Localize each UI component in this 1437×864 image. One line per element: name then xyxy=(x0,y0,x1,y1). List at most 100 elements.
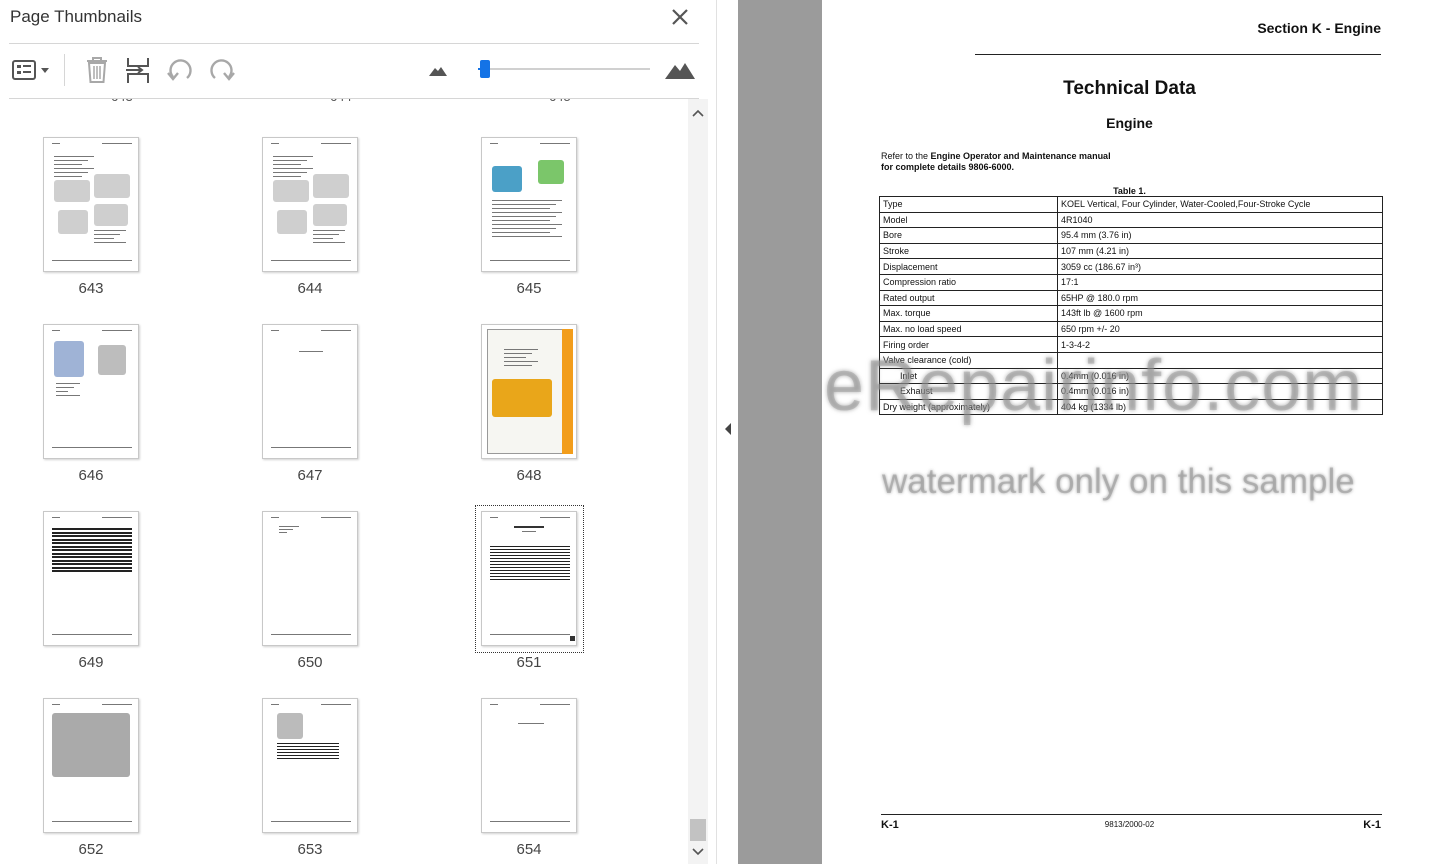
thumbnail-table-line xyxy=(52,559,132,562)
section-header: Section K - Engine xyxy=(1257,20,1381,36)
insert-pages-button[interactable] xyxy=(122,54,154,86)
spec-value: 3059 cc (186.67 in³) xyxy=(1057,258,1383,275)
thumbnail-image[interactable] xyxy=(481,324,577,459)
page-thumbnail[interactable]: 653 xyxy=(219,698,399,864)
thumbnail-text-line xyxy=(504,349,538,350)
thumbnail-text-line xyxy=(54,156,94,157)
reference-details: for complete details 9806-6000. xyxy=(881,162,1015,172)
thumbnail-footer-line xyxy=(271,821,351,822)
thumbnail-options-button[interactable] xyxy=(9,54,53,86)
thumbnail-image[interactable] xyxy=(43,698,139,833)
page-thumbnail[interactable]: 648 xyxy=(438,324,618,504)
thumbnail-image[interactable] xyxy=(481,698,577,833)
insert-page-icon xyxy=(123,55,153,85)
thumbnail-text-line xyxy=(279,529,293,530)
thumbnail-text-line xyxy=(313,230,345,231)
thumbnail-page-number: 647 xyxy=(297,467,323,484)
page-thumbnail[interactable]: 645 xyxy=(438,137,618,317)
thumbnail-image[interactable] xyxy=(262,137,358,272)
pdf-viewer: Page Thumbnails 643 644 645 646 647 648 … xyxy=(0,0,1437,864)
thumbnail-image[interactable] xyxy=(481,511,577,646)
thumbnail-figure xyxy=(94,174,130,198)
thumbnail-image[interactable] xyxy=(481,137,577,272)
page-thumbnail[interactable]: 651 xyxy=(438,505,618,691)
thumbnail-image[interactable] xyxy=(262,698,358,833)
thumbnail-footer-line xyxy=(490,821,570,822)
partial-page-number: 644 xyxy=(330,99,352,104)
thumbnail-text-line xyxy=(56,387,74,388)
thumbnail-logo-mark xyxy=(52,704,60,705)
thumbnail-logo-mark xyxy=(52,330,60,331)
thumbnail-zoom-slider[interactable] xyxy=(478,60,650,78)
footer-rule xyxy=(881,814,1382,815)
thumbnail-excavator-image xyxy=(492,379,552,417)
scroll-up-button[interactable] xyxy=(688,105,708,121)
thumbnail-page-number: 654 xyxy=(516,841,542,858)
spec-label: Valve clearance (cold) xyxy=(879,351,1058,369)
thumbnail-page-number: 648 xyxy=(516,467,542,484)
thumbnail-logo-mark xyxy=(52,143,60,144)
thumbnail-header-line xyxy=(540,517,570,518)
close-icon[interactable] xyxy=(668,5,692,29)
thumbnail-table-line xyxy=(52,528,132,530)
spec-value: 0.4mm (0.016 in) xyxy=(1057,367,1383,385)
thumbnail-figure xyxy=(277,713,303,739)
thumbnail-image[interactable] xyxy=(262,324,358,459)
rotate-clockwise-icon xyxy=(207,55,237,85)
page-thumbnail[interactable]: 644 xyxy=(219,137,399,317)
thumbnail-header-line xyxy=(102,704,132,705)
thumbnail-table-line xyxy=(52,556,132,558)
page-thumbnail[interactable]: 649 xyxy=(0,511,180,691)
zoom-in-thumbnails-button[interactable] xyxy=(662,54,698,86)
delete-pages-button[interactable] xyxy=(81,54,113,86)
zoom-out-thumbnails-button[interactable] xyxy=(422,54,454,86)
rotate-counterclockwise-button[interactable] xyxy=(164,54,196,86)
page-thumbnail[interactable]: 646 xyxy=(0,324,180,504)
spec-label: Type xyxy=(879,196,1058,213)
technical-data-table: Type KOEL Vertical, Four Cylinder, Water-… xyxy=(879,196,1383,416)
rotate-clockwise-button[interactable] xyxy=(206,54,238,86)
thumbnail-header-line xyxy=(321,143,351,144)
panel-title: Page Thumbnails xyxy=(10,7,142,26)
page-thumbnail[interactable]: 652 xyxy=(0,698,180,864)
divider xyxy=(9,43,699,44)
thumbnail-image[interactable] xyxy=(43,324,139,459)
thumbnail-text-line xyxy=(492,236,562,237)
table-row: Stroke 107 mm (4.21 in) xyxy=(879,242,1383,260)
spec-label: Max. no load speed xyxy=(879,320,1058,338)
thumbnail-footer-line xyxy=(490,634,570,635)
page-thumbnail[interactable]: 650 xyxy=(219,511,399,691)
zoom-slider-thumb[interactable] xyxy=(480,60,491,78)
page-thumbnail[interactable]: 647 xyxy=(219,324,399,504)
spec-label: Inlet xyxy=(879,367,1058,385)
partial-page-number: 643 xyxy=(111,99,133,104)
thumbnail-page-number: 653 xyxy=(297,841,323,858)
thumbnail-text-line xyxy=(56,395,80,396)
page-thumbnail[interactable]: 654 xyxy=(438,698,618,864)
reference-note: Refer to the Engine Operator and Mainten… xyxy=(881,151,1111,173)
thumbnail-title-line xyxy=(514,526,544,528)
spec-label: Bore xyxy=(879,227,1058,244)
thumbnail-image[interactable] xyxy=(43,511,139,646)
thumbnail-image[interactable] xyxy=(43,137,139,272)
thumbnail-table xyxy=(490,546,570,582)
spec-value: 0.4mm (0.016 in) xyxy=(1057,383,1383,400)
scrollbar-thumb[interactable] xyxy=(690,819,706,841)
spec-value: 65HP @ 180.0 rpm xyxy=(1057,289,1383,307)
page-thumbnails-panel: Page Thumbnails 643 644 645 646 647 648 … xyxy=(0,0,716,864)
table-caption: Table 1. xyxy=(1113,186,1146,196)
thumbnail-scrollbar[interactable] xyxy=(688,99,708,864)
collapse-panel-button[interactable] xyxy=(722,420,734,438)
thumbnail-header-line xyxy=(321,704,351,705)
thumbnail-image[interactable] xyxy=(262,511,358,646)
thumbnail-text-line xyxy=(273,164,301,165)
spec-value: 4R1040 xyxy=(1057,211,1383,229)
thumbnail-text-line xyxy=(504,365,532,366)
watermark-note: watermark only on this sample xyxy=(882,462,1355,501)
panel-splitter[interactable] xyxy=(716,0,738,864)
thumbnail-table-line xyxy=(52,549,132,551)
page-thumbnail[interactable]: 643 xyxy=(0,137,180,317)
scroll-down-button[interactable] xyxy=(688,844,708,860)
thumbnail-grid: 643 644 645 643 644 645 646 647 648 649 650 651 652 6… xyxy=(0,99,688,864)
thumbnail-text-line xyxy=(273,160,307,161)
